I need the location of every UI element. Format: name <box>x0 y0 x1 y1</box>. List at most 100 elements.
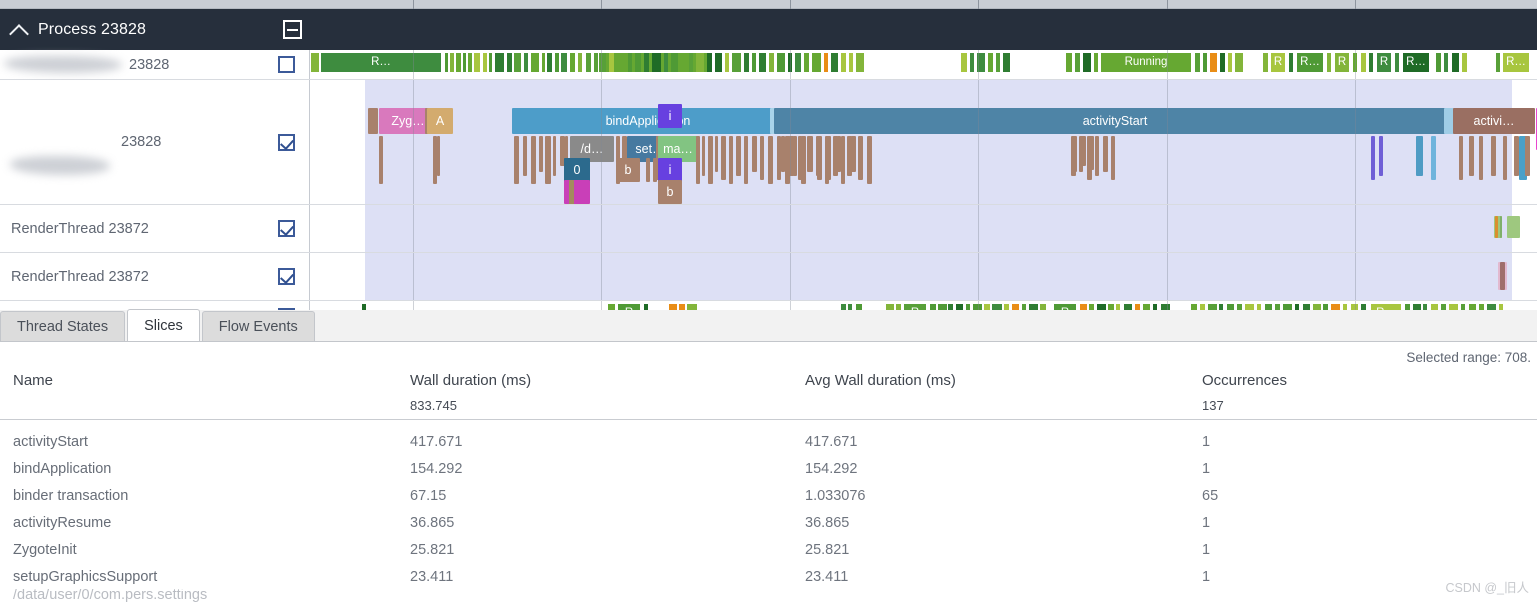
tab-thread-states[interactable]: Thread States <box>0 311 126 341</box>
table-row[interactable]: activityStart 417.671 417.671 1 <box>0 429 1537 456</box>
slice-box[interactable]: bindApplication <box>512 108 784 134</box>
slice-box[interactable] <box>816 136 820 176</box>
thread-state-chip[interactable] <box>1369 53 1373 72</box>
tab-flow-events[interactable]: Flow Events <box>201 311 315 341</box>
process-header[interactable]: Process 23828 <box>0 9 1537 50</box>
thread-state-chip[interactable] <box>561 53 567 72</box>
column-header-occurrences[interactable]: Occurrences <box>1202 368 1532 398</box>
thread-state-chip[interactable] <box>777 53 785 72</box>
slice-box[interactable] <box>752 136 757 172</box>
table-row[interactable]: bindApplication 154.292 154.292 1 <box>0 456 1537 483</box>
slice-box[interactable]: 0 <box>564 158 590 182</box>
table-row[interactable]: binder transaction 67.15 1.033076 65 <box>0 483 1537 510</box>
slice-box[interactable] <box>789 136 794 176</box>
thread-state-chip[interactable] <box>489 53 492 72</box>
thread-state-chip[interactable] <box>578 53 582 72</box>
slice-box[interactable] <box>368 108 378 134</box>
thread-state-chip[interactable] <box>609 53 614 72</box>
thread-state-chip[interactable] <box>1289 53 1293 72</box>
slice-box[interactable] <box>1479 136 1483 180</box>
track-shell[interactable]: RenderThread 23872 <box>0 205 310 252</box>
thread-state-chip[interactable] <box>644 53 649 72</box>
track-visibility-checkbox[interactable] <box>278 133 295 151</box>
thread-state-chip[interactable] <box>841 53 846 72</box>
thread-state-chip[interactable] <box>456 53 461 72</box>
slice-box[interactable] <box>646 158 650 182</box>
thread-state-chip[interactable] <box>474 53 480 72</box>
thread-state-chip[interactable] <box>570 53 575 72</box>
track-shell[interactable]: 23828 <box>0 80 310 204</box>
slice-box[interactable] <box>1431 136 1436 180</box>
tab-slices[interactable]: Slices <box>127 309 200 341</box>
slice-box[interactable] <box>841 136 845 184</box>
slice-box[interactable] <box>708 136 713 184</box>
slice-box[interactable] <box>1081 136 1086 166</box>
thread-state-chip[interactable] <box>1436 53 1441 72</box>
thread-state-chip[interactable] <box>1094 53 1098 72</box>
track-visibility-checkbox[interactable] <box>278 268 295 285</box>
slice-box[interactable] <box>867 136 872 184</box>
thread-state-chip[interactable]: R <box>1271 53 1285 72</box>
slice-box[interactable] <box>696 136 700 184</box>
thread-state-chip[interactable] <box>586 53 591 72</box>
thread-state-chip[interactable] <box>1083 53 1091 72</box>
thread-state-chip[interactable] <box>707 53 712 72</box>
track-canvas[interactable]: R… Running R R… R R R… R… <box>311 50 1537 79</box>
thread-state-chip[interactable] <box>652 53 661 72</box>
thread-state-chip[interactable] <box>849 53 853 72</box>
slice-box[interactable] <box>807 136 812 172</box>
slice-box[interactable] <box>760 136 764 180</box>
slice-box[interactable] <box>1495 216 1498 238</box>
thread-state-chip[interactable] <box>1075 53 1080 72</box>
slice-box[interactable] <box>564 180 590 204</box>
slice-box[interactable] <box>1525 136 1530 176</box>
thread-state-chip[interactable] <box>1220 53 1225 72</box>
thread-state-chip[interactable] <box>483 53 487 72</box>
thread-state-chip[interactable] <box>744 53 749 72</box>
slice-box[interactable] <box>1500 262 1505 290</box>
slice-box[interactable] <box>736 136 741 176</box>
thread-state-chip[interactable] <box>1452 53 1459 72</box>
thread-state-chip[interactable] <box>1235 53 1243 72</box>
thread-state-chip[interactable]: Running <box>1101 53 1191 72</box>
thread-state-chip[interactable] <box>988 53 993 72</box>
thread-state-chip[interactable] <box>542 53 545 72</box>
slice-box[interactable]: b <box>616 158 640 182</box>
column-header-name[interactable]: Name <box>0 368 410 398</box>
thread-state-chip[interactable] <box>689 53 693 72</box>
thread-state-chip[interactable] <box>715 53 722 72</box>
slice-box[interactable] <box>1073 136 1077 172</box>
track-visibility-checkbox[interactable] <box>278 56 295 73</box>
thread-state-chip[interactable] <box>628 53 632 72</box>
slice-box[interactable] <box>1491 136 1496 176</box>
slice-box[interactable] <box>798 136 802 180</box>
slice-box[interactable] <box>729 136 733 184</box>
track-shell[interactable]: RenderThread 23872 <box>0 253 310 300</box>
thread-state-chip[interactable] <box>1395 53 1399 72</box>
slice-box[interactable] <box>1503 136 1507 180</box>
thread-state-chip[interactable] <box>696 53 704 72</box>
thread-state-chip[interactable] <box>594 53 598 72</box>
thread-state-chip[interactable] <box>468 53 472 72</box>
slice-box[interactable]: b <box>658 180 682 204</box>
chevron-up-icon[interactable] <box>6 17 32 43</box>
thread-state-chip[interactable] <box>507 53 512 72</box>
thread-state-chip[interactable] <box>856 53 864 72</box>
thread-state-chip[interactable] <box>788 53 792 72</box>
thread-state-chip[interactable] <box>795 53 801 72</box>
thread-state-chip[interactable]: R… <box>1403 53 1429 72</box>
slice-box[interactable] <box>744 136 748 184</box>
slice-box[interactable] <box>1111 136 1115 180</box>
slice-box[interactable] <box>826 136 831 180</box>
thread-state-chip[interactable] <box>463 53 466 72</box>
table-row[interactable]: setupGraphicsSupport 23.411 23.411 1 <box>0 564 1537 591</box>
track-canvas[interactable]: Zyg… AbindApplication activityStart activi…… <box>311 80 1537 204</box>
thread-state-chip[interactable] <box>831 53 838 72</box>
slice-box[interactable] <box>569 180 574 204</box>
thread-state-chip[interactable] <box>804 53 809 72</box>
slice-box[interactable]: i <box>658 104 682 128</box>
thread-state-chip[interactable] <box>1228 53 1232 72</box>
slice-box[interactable] <box>847 136 852 176</box>
thread-state-chip[interactable] <box>681 53 686 72</box>
table-row[interactable]: activityResume 36.865 36.865 1 <box>0 510 1537 537</box>
